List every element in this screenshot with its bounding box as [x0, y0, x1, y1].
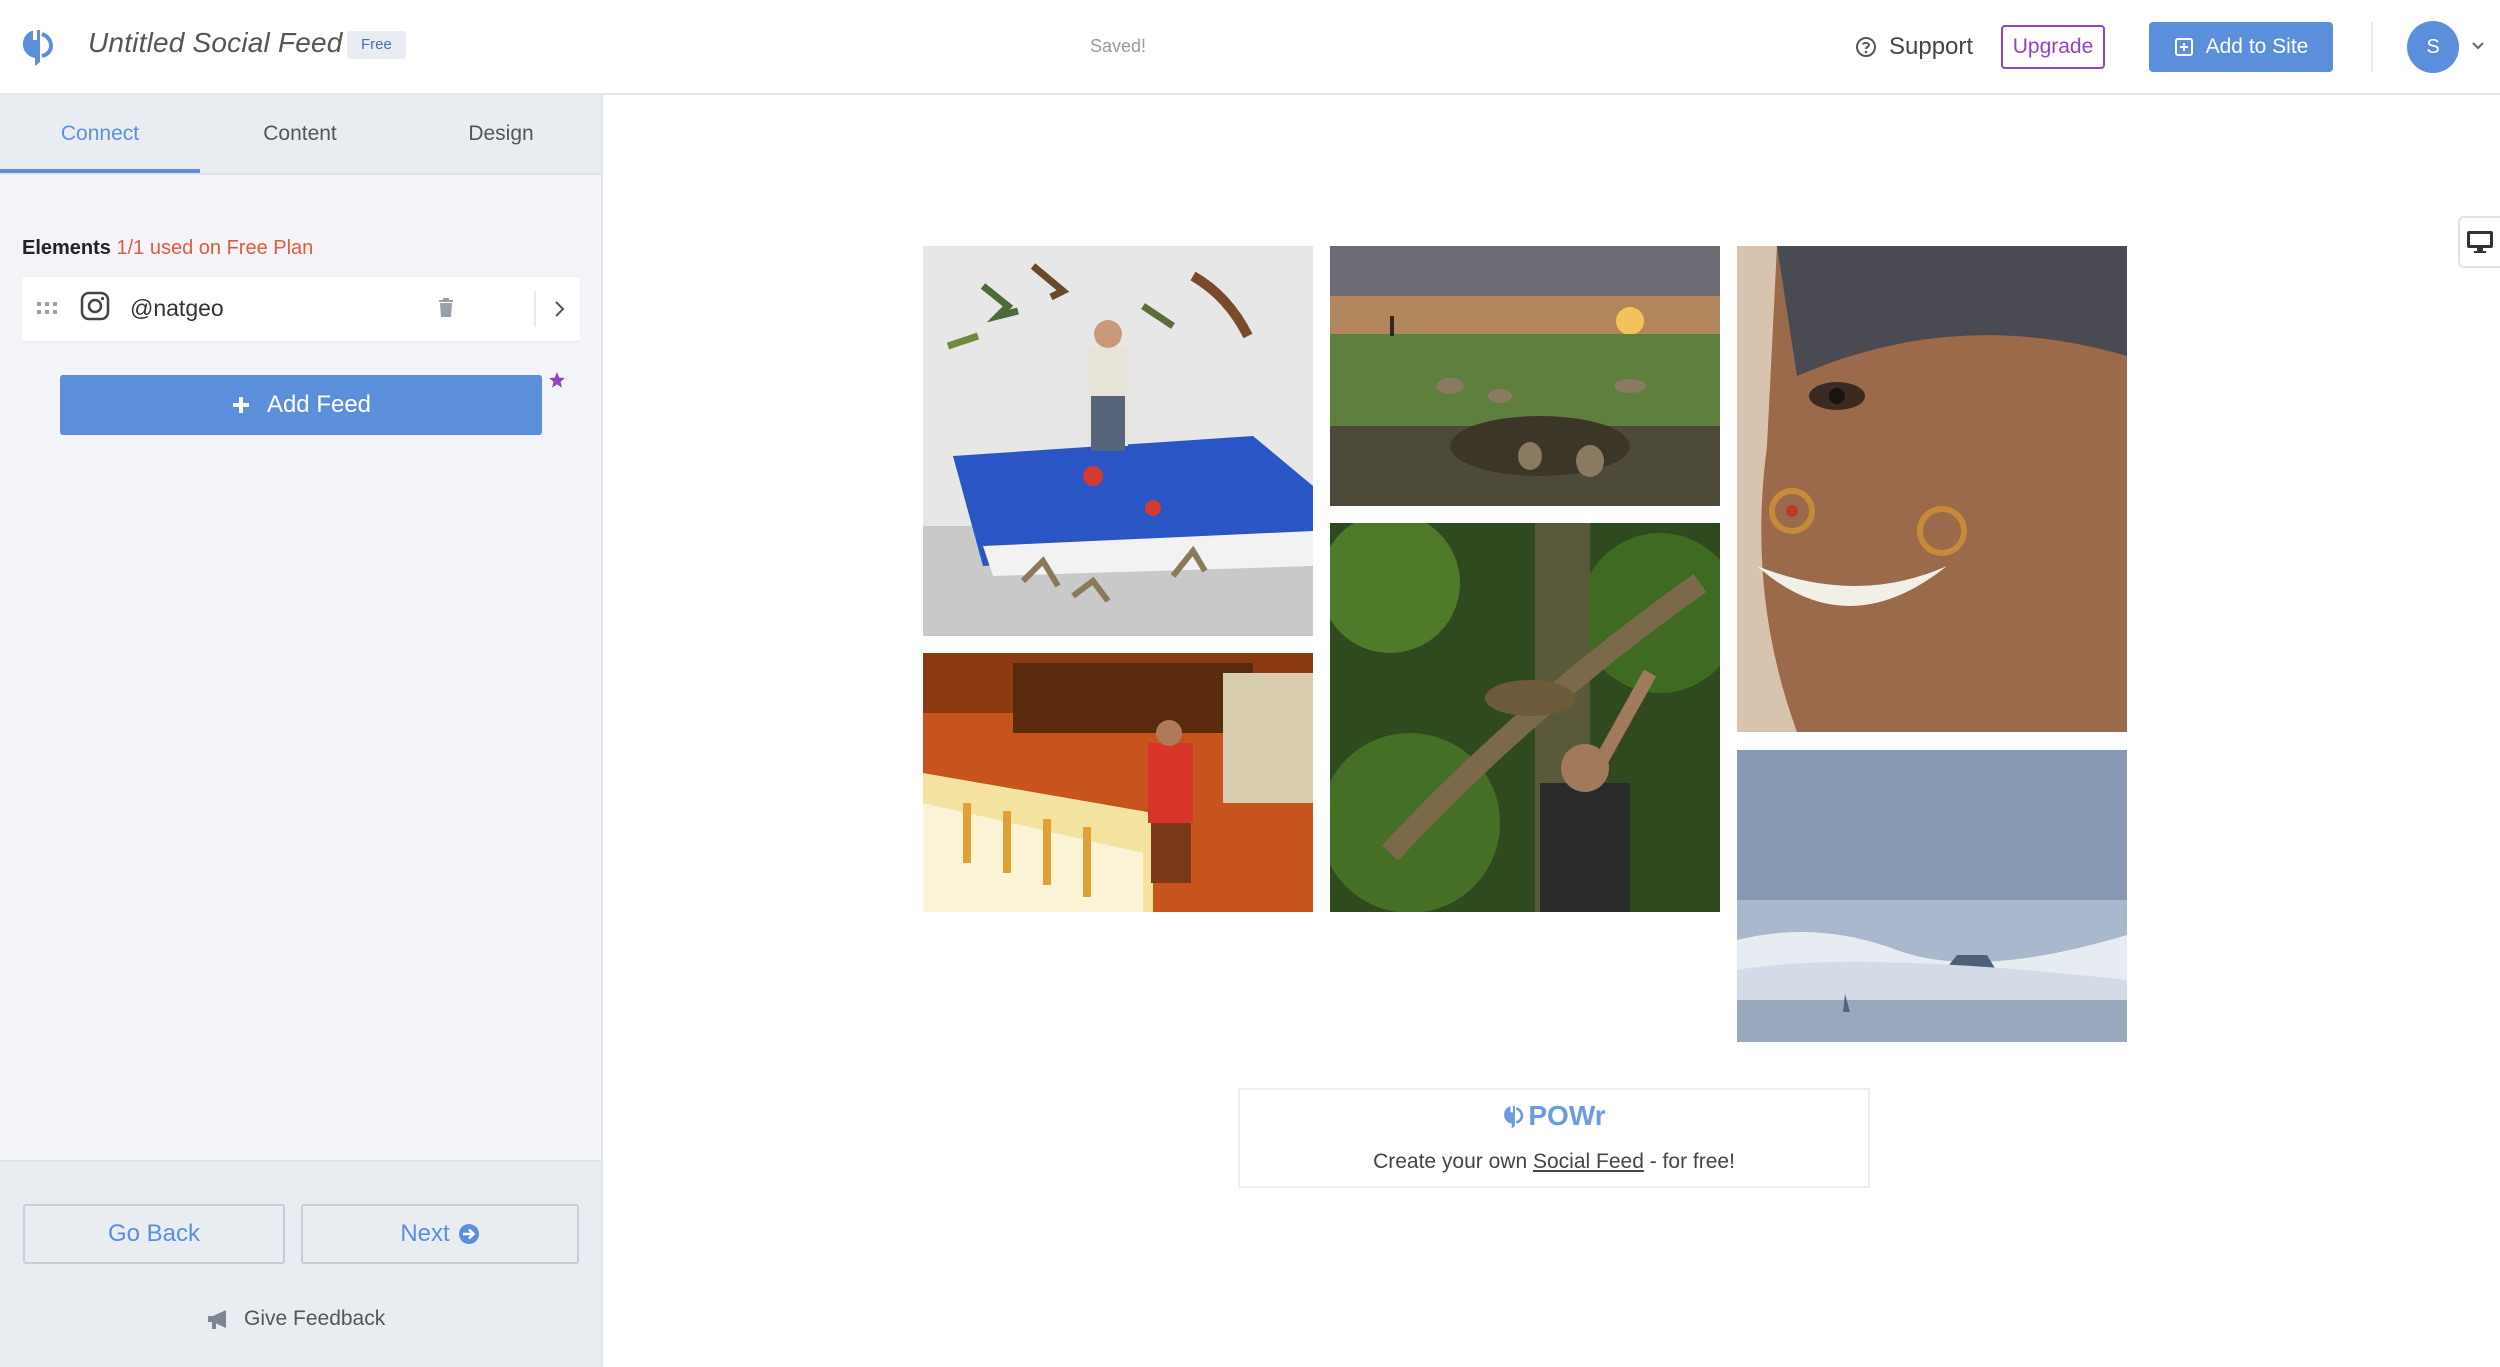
- upgrade-button[interactable]: Upgrade: [2001, 25, 2105, 69]
- photo-image: [923, 653, 1313, 912]
- powr-tagline: Create your own Social Feed - for free!: [1240, 1150, 1868, 1174]
- powr-branding-card: POWr Create your own Social Feed - for f…: [1238, 1088, 1870, 1188]
- feed-handle: @natgeo: [130, 295, 224, 321]
- drag-handle-icon[interactable]: [36, 301, 58, 317]
- feed-photo-boy-dragons[interactable]: [923, 246, 1313, 636]
- chevron-right-icon[interactable]: [552, 299, 566, 319]
- tab-connect[interactable]: Connect: [0, 95, 200, 173]
- trash-icon[interactable]: [437, 297, 455, 319]
- feed-row[interactable]: @natgeo: [22, 277, 580, 341]
- tagline-suffix: - for free!: [1649, 1150, 1735, 1173]
- powr-brand-name: POWr: [1528, 1100, 1606, 1131]
- feedback-label: Give Feedback: [244, 1307, 386, 1330]
- monitor-icon: [2467, 231, 2493, 253]
- powr-brand-link[interactable]: POWr: [1240, 1100, 1868, 1132]
- photo-image: [1737, 750, 2127, 1042]
- sidebar-footer: Go Back Next Give Feedback: [0, 1160, 601, 1367]
- photo-image: [923, 246, 1313, 636]
- go-back-button[interactable]: Go Back: [23, 1204, 285, 1264]
- support-label: Support: [1889, 33, 1974, 60]
- feed-photo-rainforest[interactable]: [1330, 523, 1720, 912]
- photo-image: [1330, 523, 1720, 912]
- plus-square-icon: [2174, 38, 2193, 56]
- add-feed-label: Add Feed: [266, 391, 372, 418]
- social-feed-link[interactable]: Social Feed: [1533, 1150, 1644, 1173]
- help-circle-icon: [1856, 37, 1876, 57]
- feed-photo-icy-coastline[interactable]: [1737, 750, 2127, 1042]
- megaphone-icon: [208, 1310, 226, 1329]
- elements-usage-text[interactable]: 1/1 used on Free Plan: [117, 237, 314, 259]
- app-title[interactable]: Untitled Social Feed: [88, 27, 343, 59]
- instagram-icon: [80, 291, 110, 321]
- add-feed-button[interactable]: Add Feed: [60, 375, 542, 435]
- support-link[interactable]: Support: [1855, 30, 1973, 64]
- add-to-site-label: Add to Site: [2205, 35, 2309, 58]
- feed-row-divider: [534, 291, 536, 327]
- feed-photo-smiling-woman[interactable]: [1737, 246, 2127, 732]
- feed-photo-savanna-sunset[interactable]: [1330, 246, 1720, 506]
- editor-tabs: Connect Content Design: [0, 95, 601, 175]
- chevron-down-icon[interactable]: [2470, 38, 2486, 54]
- tagline-prefix: Create your own: [1373, 1150, 1528, 1173]
- plus-icon: [232, 397, 249, 413]
- save-status: Saved!: [1090, 36, 1147, 56]
- desktop-view-toggle[interactable]: [2458, 216, 2500, 268]
- photo-image: [1737, 246, 2127, 732]
- plan-badge: Free: [347, 31, 406, 59]
- tab-design[interactable]: Design: [401, 95, 601, 173]
- feed-photo-bar-interior[interactable]: [923, 653, 1313, 912]
- powr-logo-icon[interactable]: [20, 24, 54, 68]
- tab-content[interactable]: Content: [200, 95, 400, 173]
- top-bar: Untitled Social Feed Free Saved! Support…: [0, 0, 2500, 95]
- give-feedback-link[interactable]: Give Feedback: [206, 1307, 385, 1331]
- editor-sidebar: Connect Content Design Elements 1/1 used…: [0, 95, 603, 1367]
- powr-logo-icon: [1504, 1103, 1524, 1129]
- photo-image: [1330, 246, 1720, 506]
- next-button[interactable]: Next: [301, 1204, 579, 1264]
- elements-usage: Elements 1/1 used on Free Plan: [22, 237, 313, 260]
- next-label: Next: [400, 1220, 450, 1247]
- user-avatar[interactable]: S: [2407, 21, 2459, 73]
- elements-label: Elements: [22, 237, 111, 259]
- arrow-circle-right-icon: [458, 1224, 479, 1244]
- star-icon: [549, 372, 565, 388]
- add-to-site-button[interactable]: Add to Site: [2149, 22, 2333, 72]
- topbar-divider: [2371, 22, 2373, 72]
